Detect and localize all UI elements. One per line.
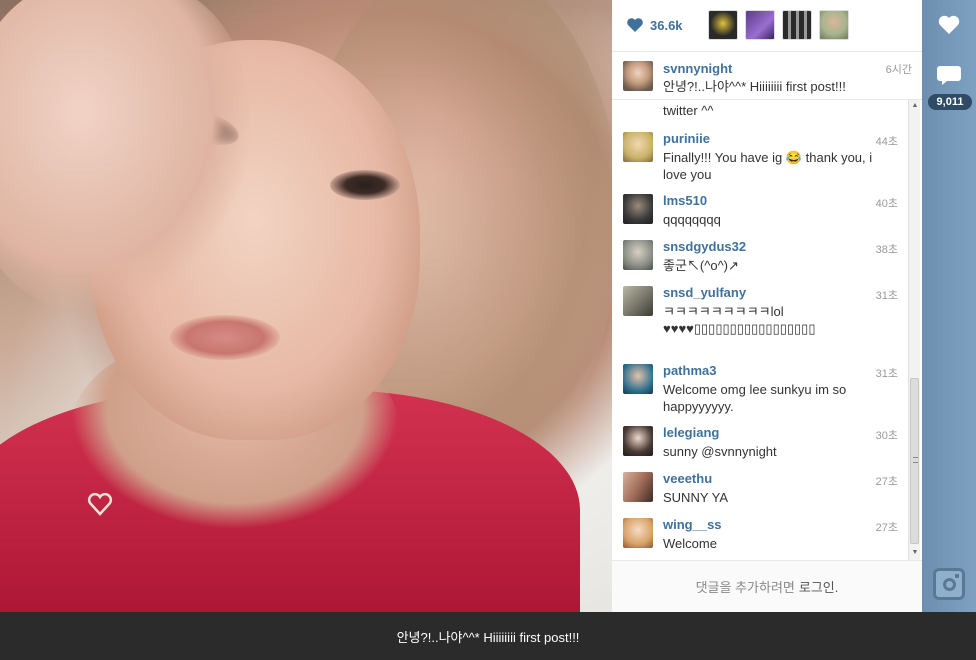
comment-text: sunny @svnnynight (663, 444, 777, 459)
avatar[interactable] (623, 426, 653, 456)
caption-timestamp: 6시간 (885, 64, 912, 76)
comment-timestamp: 40초 (875, 198, 898, 210)
photo-hand (0, 0, 250, 310)
liker-avatar[interactable] (819, 10, 849, 40)
heart-icon (627, 18, 643, 32)
comment-text: SUNNY YA (663, 490, 729, 505)
comment-username[interactable]: veeethu (663, 471, 712, 486)
comment-partial-text: twitter ^^ (663, 103, 714, 118)
login-prompt-text: 댓글을 추가하려면 (695, 580, 795, 595)
liker-avatar[interactable] (708, 10, 738, 40)
grip-icon (913, 457, 918, 463)
like-count: 36.6k (650, 17, 683, 33)
comment-text: Finally!!! You have ig 😂 thank you, i lo… (663, 150, 873, 182)
comment-username[interactable]: lms510 (663, 193, 707, 208)
post-panel: 36.6k svnnynight 6시간 안녕?!..나야^^* Hiiiiii… (612, 0, 922, 612)
like-action-button[interactable] (922, 0, 976, 50)
post-photo[interactable] (0, 0, 612, 612)
likers-list (708, 10, 849, 40)
flash-icon (955, 574, 959, 578)
avatar[interactable] (623, 364, 653, 394)
avatar[interactable] (623, 518, 653, 548)
comment-text: Welcome omg lee sunkyu im so happyyyyyy. (663, 382, 847, 414)
comment-username[interactable]: snsdgydus32 (663, 239, 746, 254)
comment-username[interactable]: snsd_yulfany (663, 285, 746, 300)
comment-timestamp: 30초 (875, 430, 898, 442)
comment-text: 좋군↖(^o^)↗ (663, 258, 739, 273)
comment-text: ㅋㅋㅋㅋㅋㅋㅋㅋㅋlol ♥♥♥♥▯▯▯▯▯▯▯▯▯▯▯▯▯▯▯▯▯ (663, 304, 816, 336)
comment-username[interactable]: pathma3 (663, 363, 716, 378)
photo-eye-right (330, 170, 400, 200)
action-strip: 9,011 (922, 0, 976, 612)
caption-text: 안녕?!..나야^^* Hiiiiiiii first post!!! (663, 79, 846, 94)
comment-timestamp: 31초 (875, 290, 898, 302)
liker-avatar[interactable] (782, 10, 812, 40)
avatar[interactable] (623, 472, 653, 502)
photo-viewer: 36.6k svnnynight 6시간 안녕?!..나야^^* Hiiiiii… (0, 0, 976, 660)
comment-count-badge: 9,011 (928, 94, 972, 110)
comment-login-prompt[interactable]: 댓글을 추가하려면 로그인. (612, 560, 922, 612)
speech-bubble-icon (937, 66, 961, 85)
comment-username[interactable]: lelegiang (663, 425, 719, 440)
avatar[interactable] (623, 286, 653, 316)
comment-username[interactable]: wing__ss (663, 517, 722, 532)
bottom-caption-text: 안녕?!..나야^^* Hiiiiiiii first post!!! (396, 629, 580, 645)
instagram-camera-icon[interactable] (933, 568, 965, 600)
comment-username[interactable]: puriniie (663, 131, 710, 146)
liker-avatar[interactable] (745, 10, 775, 40)
necklace-heart-icon (87, 492, 113, 516)
comment-scrollbar[interactable]: ▲ ▼ (908, 100, 920, 560)
avatar[interactable] (623, 132, 653, 162)
photo-lips (170, 315, 280, 360)
comment-timestamp: 31초 (875, 368, 898, 380)
heart-icon (938, 15, 960, 35)
post-caption: svnnynight 6시간 안녕?!..나야^^* Hiiiiiiii fir… (612, 52, 922, 100)
comment-timestamp: 27초 (875, 476, 898, 488)
post-stats: 36.6k (612, 0, 922, 52)
comment-timestamp: 27초 (875, 522, 898, 534)
caption-username[interactable]: svnnynight (663, 61, 732, 76)
comment-text: qqqqqqqq (663, 212, 721, 227)
scroll-up-icon[interactable]: ▲ (911, 102, 919, 110)
scroll-thumb[interactable] (910, 378, 919, 544)
avatar[interactable] (623, 194, 653, 224)
comment-timestamp: 38초 (875, 244, 898, 256)
login-link[interactable]: 로그인. (799, 577, 839, 596)
lens-icon (943, 578, 956, 591)
avatar[interactable] (623, 240, 653, 270)
comment-list: twitter ^^ puriniie 44초 Finally!!! You h… (612, 100, 922, 560)
comment-text: Welcome (663, 536, 717, 551)
like-button[interactable]: 36.6k (626, 14, 683, 36)
comment-action-button[interactable] (922, 50, 976, 100)
avatar[interactable] (623, 61, 653, 91)
bottom-caption-bar: 안녕?!..나야^^* Hiiiiiiii first post!!! (0, 612, 976, 660)
scroll-down-icon[interactable]: ▼ (911, 549, 919, 557)
comment-timestamp: 44초 (875, 136, 898, 148)
